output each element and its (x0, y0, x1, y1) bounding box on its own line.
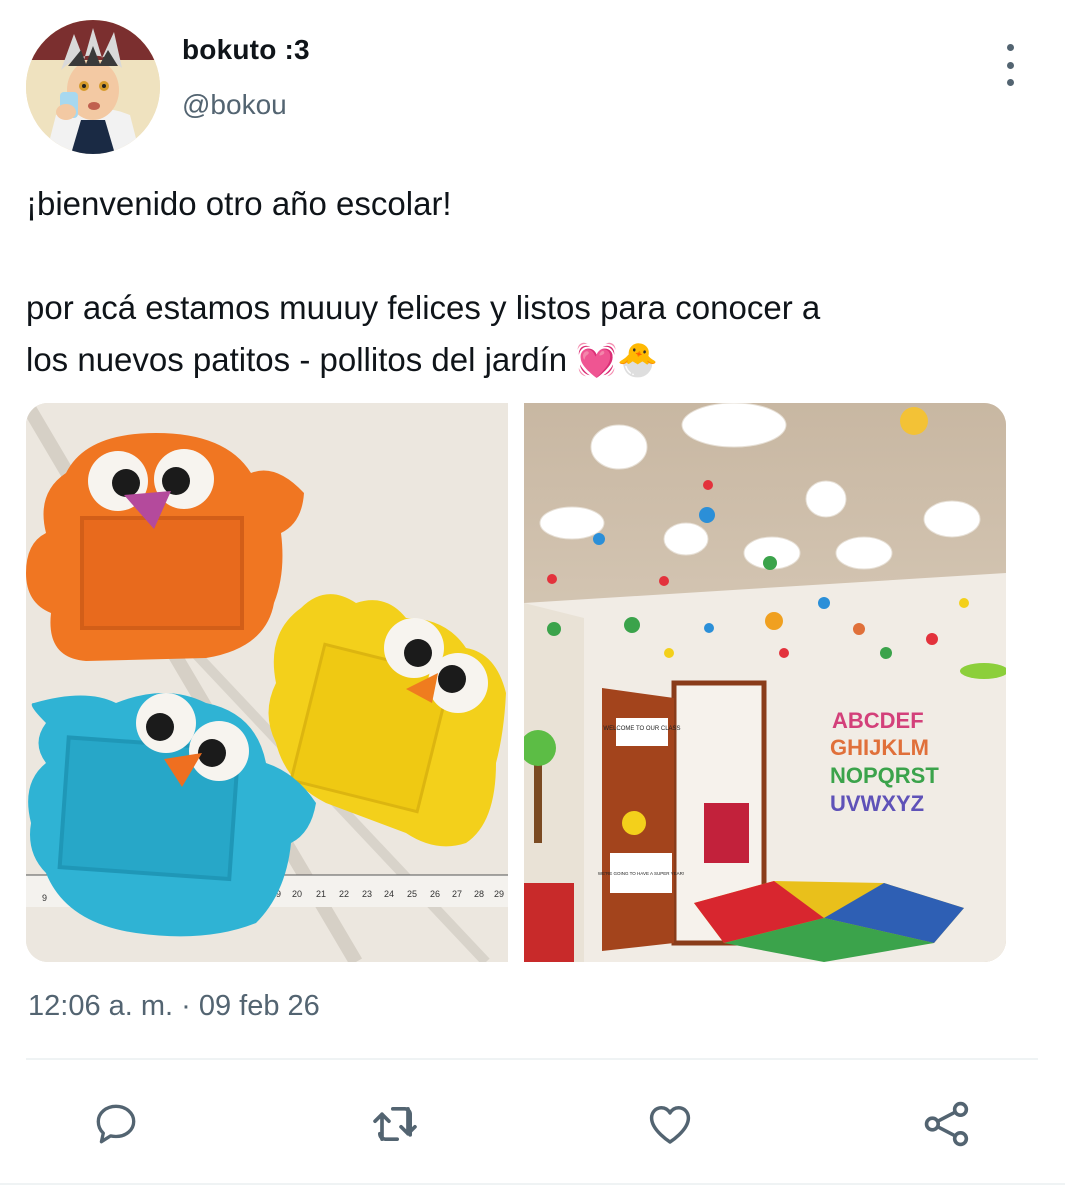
alphabet-row: GHIJKLM (830, 735, 929, 760)
door-note-text: WE'RE GOING TO HAVE A SUPER YEAR! (598, 871, 684, 876)
ruler-number: 23 (362, 889, 372, 899)
ruler-number: 28 (474, 889, 484, 899)
tweet-media-1[interactable]: 9 10 19 20 21 22 23 24 25 26 27 28 29 (26, 403, 508, 962)
ruler-number: 26 (430, 889, 440, 899)
avatar[interactable] (26, 20, 160, 154)
ruler-number: 24 (384, 889, 394, 899)
ruler-number: 25 (407, 889, 417, 899)
more-dot (1006, 61, 1014, 69)
retweet-icon (373, 1106, 417, 1142)
ruler-number: 27 (452, 889, 462, 899)
author-handle[interactable]: @bokou (182, 89, 287, 121)
tweet-line: por acá estamos muuuy felices y listos p… (26, 289, 821, 326)
tweet-line: los nuevos patitos - pollitos del jardín… (26, 341, 659, 378)
tweet-media-2[interactable]: WELCOME TO OUR CLASS WE'RE GOING TO HAVE… (524, 403, 1006, 962)
reply-button[interactable] (89, 1097, 143, 1151)
alphabet-row: NOPQRST (830, 763, 939, 788)
classroom-decoration-image: WELCOME TO OUR CLASS WE'RE GOING TO HAVE… (524, 403, 1006, 962)
avatar-image (26, 20, 160, 154)
ruler-number: 29 (494, 889, 504, 899)
share-button[interactable] (920, 1097, 974, 1151)
ruler-number: 20 (292, 889, 302, 899)
like-button[interactable] (643, 1097, 697, 1151)
more-dot (1006, 44, 1014, 51)
ruler-number: 21 (316, 889, 326, 899)
ruler-number: 9 (42, 893, 47, 903)
like-icon (649, 1106, 691, 1144)
tweet-timestamp[interactable]: 12:06 a. m. · 09 feb 26 (28, 990, 320, 1023)
tweet-text: ¡bienvenido otro año escolar! por acá es… (26, 178, 1056, 386)
reply-icon (96, 1104, 136, 1144)
ruler-number: 22 (339, 889, 349, 899)
felt-bird-photo-frames-image: 9 10 19 20 21 22 23 24 25 26 27 28 29 (26, 403, 508, 962)
alphabet-row: ABCDEF (832, 708, 924, 733)
more-options-icon[interactable] (995, 44, 1025, 86)
divider (26, 1058, 1038, 1060)
alphabet-row: UVWXYZ (830, 791, 924, 816)
retweet-button[interactable] (368, 1097, 422, 1151)
door-sign-text: WELCOME TO OUR CLASS (603, 726, 680, 732)
more-dot (1006, 79, 1014, 86)
bottom-divider (0, 1183, 1065, 1185)
author-display-name[interactable]: bokuto :3 (182, 34, 310, 66)
share-icon (924, 1101, 969, 1147)
tweet-line: ¡bienvenido otro año escolar! (26, 185, 452, 222)
